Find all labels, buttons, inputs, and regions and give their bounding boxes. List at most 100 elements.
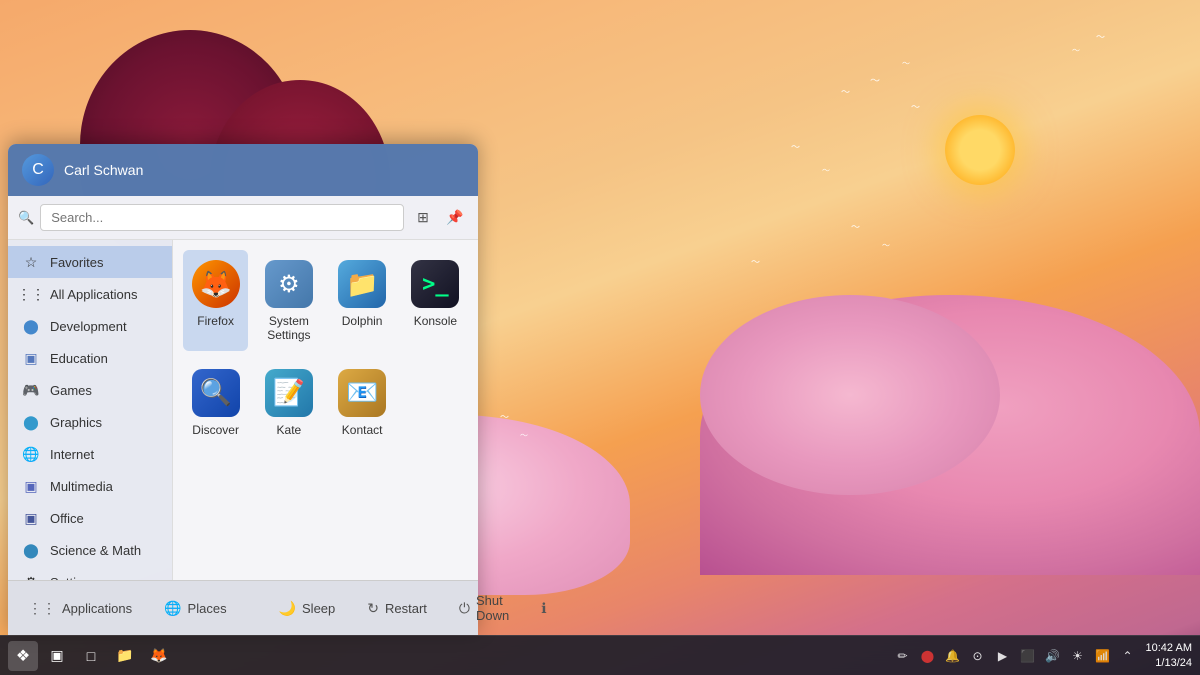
sidebar-item-office[interactable]: ▣ Office — [8, 502, 172, 534]
footer-restart-button[interactable]: ↻ Restart — [361, 596, 433, 621]
bird-8: 〜 — [822, 165, 830, 176]
kontact-label: Kontact — [342, 423, 383, 437]
office-icon: ▣ — [22, 509, 40, 527]
sidebar-item-education[interactable]: ▣ Education — [8, 342, 172, 374]
firefox-taskbar-icon: 🦊 — [150, 647, 167, 664]
sidebar-item-development[interactable]: ⬤ Development — [8, 310, 172, 342]
tray-record-icon[interactable]: ⬤ — [917, 645, 939, 667]
tray-audio-icon[interactable]: ⊙ — [967, 645, 989, 667]
bird-12: 〜 — [500, 410, 509, 423]
dolphin-icon: 📁 — [338, 260, 386, 308]
taskbar-firefox-button[interactable]: 🦊 — [144, 641, 174, 671]
app-dolphin[interactable]: 📁 Dolphin — [330, 250, 395, 351]
dolphin-label: Dolphin — [342, 314, 383, 328]
kontact-icon: 📧 — [338, 369, 386, 417]
taskbar-tray: ✏ ⬤ 🔔 ⊙ ▶ ⬛ 🔊 ☀ 📶 ⌃ 10:42 AM 1/13/24 — [884, 641, 1200, 670]
launcher-header: C Carl Schwan — [8, 144, 478, 196]
app-kate[interactable]: 📝 Kate — [256, 359, 321, 445]
app1-icon: ▣ — [50, 647, 63, 664]
bird-7: 〜 — [791, 140, 800, 153]
footer-applications-button[interactable]: ⋮⋮ Applications — [22, 596, 138, 621]
cloud-2 — [700, 295, 1000, 495]
sidebar-item-internet[interactable]: 🌐 Internet — [8, 438, 172, 470]
firefox-icon: 🦊 — [192, 260, 240, 308]
kate-label: Kate — [277, 423, 302, 437]
tray-media-icon[interactable]: ▶ — [992, 645, 1014, 667]
places-label: Places — [188, 601, 227, 616]
settings-icon: ⚙ — [22, 573, 40, 580]
app-kontact[interactable]: 📧 Kontact — [330, 359, 395, 445]
search-icon: 🔍 — [18, 210, 34, 226]
tray-volume-icon[interactable]: 🔊 — [1042, 645, 1064, 667]
tray-notifications-icon[interactable]: 🔔 — [942, 645, 964, 667]
tray-screen-icon[interactable]: ⬛ — [1017, 645, 1039, 667]
sidebar-label-science-math: Science & Math — [50, 543, 141, 558]
places-icon: 🌐 — [164, 600, 181, 617]
user-name: Carl Schwan — [64, 162, 143, 178]
app-firefox[interactable]: 🦊 Firefox — [183, 250, 248, 351]
discover-icon: 🔍 — [192, 369, 240, 417]
games-icon: 🎮 — [22, 381, 40, 399]
sun-decoration — [945, 115, 1015, 185]
search-input[interactable] — [40, 204, 404, 231]
tray-pen-icon[interactable]: ✏ — [892, 645, 914, 667]
bird-2: 〜 — [902, 58, 910, 69]
sidebar-item-multimedia[interactable]: ▣ Multimedia — [8, 470, 172, 502]
clock-time: 10:42 AM — [1146, 641, 1192, 655]
bird-3: 〜 — [841, 85, 850, 98]
app-system-settings[interactable]: ⚙ SystemSettings — [256, 250, 321, 351]
footer-places-button[interactable]: 🌐 Places — [158, 596, 232, 621]
taskbar-app-button-2[interactable]: □ — [76, 641, 106, 671]
bird-1: 〜 — [870, 72, 880, 87]
education-icon: ▣ — [22, 349, 40, 367]
graphics-icon: ⬤ — [22, 413, 40, 431]
shutdown-icon: ⏻ — [459, 600, 470, 617]
system-clock[interactable]: 10:42 AM 1/13/24 — [1146, 641, 1192, 670]
tray-brightness-icon[interactable]: ☀ — [1067, 645, 1089, 667]
sidebar-label-internet: Internet — [50, 447, 94, 462]
bird-10: 〜 — [882, 240, 890, 251]
multimedia-icon: ▣ — [22, 477, 40, 495]
taskbar: ❖ ▣ □ 📁 🦊 ✏ ⬤ 🔔 ⊙ ▶ ⬛ 🔊 ☀ 📶 ⌃ 10:42 AM 1… — [0, 635, 1200, 675]
app-discover[interactable]: 🔍 Discover — [183, 359, 248, 445]
sidebar-item-all-applications[interactable]: ⋮⋮ All Applications — [8, 278, 172, 310]
bird-5: 〜 — [1072, 45, 1080, 56]
taskbar-files-button[interactable]: 📁 — [110, 641, 140, 671]
clock-date: 1/13/24 — [1155, 656, 1192, 670]
launcher-pin-button[interactable]: ⊞ — [410, 205, 436, 231]
launcher-footer: ⋮⋮ Applications 🌐 Places 🌙 Sleep ↻ Resta… — [8, 580, 478, 635]
bird-6: 〜 — [1096, 30, 1105, 43]
applications-label: Applications — [62, 601, 132, 616]
tray-wifi-icon[interactable]: 📶 — [1092, 645, 1114, 667]
sidebar-item-settings[interactable]: ⚙ Settings — [8, 566, 172, 580]
restart-icon: ↻ — [367, 600, 379, 617]
sidebar-label-education: Education — [50, 351, 108, 366]
all-apps-icon: ⋮⋮ — [22, 285, 40, 303]
sidebar-label-graphics: Graphics — [50, 415, 102, 430]
sidebar-item-science-math[interactable]: ⬤ Science & Math — [8, 534, 172, 566]
taskbar-start-button[interactable]: ❖ — [8, 641, 38, 671]
launcher-apps-area: 🦊 Firefox ⚙ SystemSettings 📁 Dolp — [173, 240, 478, 580]
application-launcher: C Carl Schwan 🔍 ⊞ 📌 ☆ Favorites ⋮⋮ All A… — [8, 144, 478, 635]
sidebar-label-favorites: Favorites — [50, 255, 103, 270]
sidebar-item-games[interactable]: 🎮 Games — [8, 374, 172, 406]
footer-sleep-button[interactable]: 🌙 Sleep — [273, 596, 342, 621]
sidebar-item-graphics[interactable]: ⬤ Graphics — [8, 406, 172, 438]
applications-icon: ⋮⋮ — [28, 600, 56, 617]
footer-shutdown-button[interactable]: ⏻ Shut Down — [453, 589, 515, 627]
sidebar-item-favorites[interactable]: ☆ Favorites — [8, 246, 172, 278]
sidebar-label-multimedia: Multimedia — [50, 479, 113, 494]
taskbar-app-button-1[interactable]: ▣ — [42, 641, 72, 671]
development-icon: ⬤ — [22, 317, 40, 335]
app2-icon: □ — [87, 648, 95, 664]
launcher-config-button[interactable]: 📌 — [442, 205, 468, 231]
files-icon: 📁 — [116, 647, 133, 664]
sidebar-label-all-applications: All Applications — [50, 287, 137, 302]
discover-label: Discover — [192, 423, 239, 437]
app-konsole[interactable]: >_ Konsole — [403, 250, 468, 351]
tray-expand-icon[interactable]: ⌃ — [1117, 645, 1139, 667]
start-icon: ❖ — [16, 646, 30, 666]
bird-9: 〜 — [851, 220, 860, 233]
user-avatar-icon: C — [32, 161, 44, 179]
footer-more-button[interactable]: ℹ — [535, 596, 552, 621]
